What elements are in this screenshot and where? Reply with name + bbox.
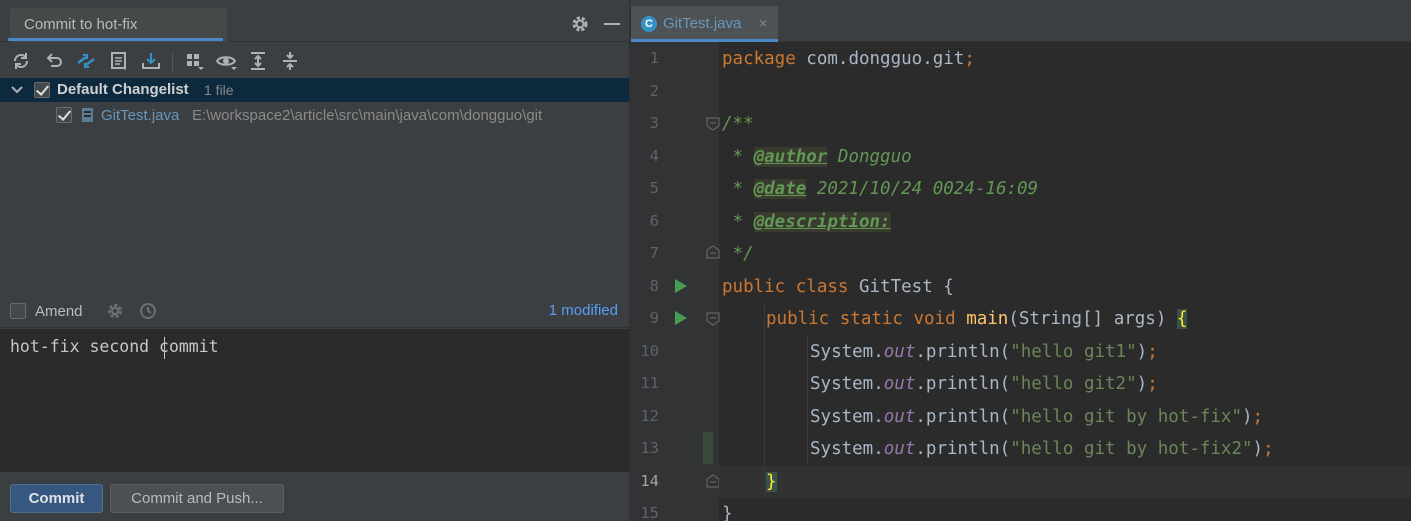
code-line-12: System.out.println("hello git by hot-fix… [810,407,1264,427]
code-line-1: package com.dongguo.git; [722,49,975,69]
line-number: 13 [640,439,659,457]
text-caret [164,337,165,359]
modified-count-link[interactable]: 1 modified [549,302,618,319]
tab-commit-label: Commit to hot-fix [24,16,138,33]
code-line-7: */ [722,244,754,264]
commit-button[interactable]: Commit [10,484,103,513]
java-class-icon: C [641,16,657,32]
code-editor: C GitTest.java × 1 2 3 4 5 6 7 8 9 10 11… [631,0,1411,521]
fold-icon[interactable] [706,312,720,326]
line-number: 11 [640,374,659,392]
file-path: E:\workspace2\article\src\main\java\com\… [192,107,543,124]
line-number: 2 [649,82,659,100]
editor-tabs: C GitTest.java × [631,0,1411,42]
line-number: 7 [649,244,659,262]
code-line-10: System.out.println("hello git1"); [810,342,1158,362]
commit-options-bar: Amend 1 modified [0,294,629,328]
changes-tree: Default Changelist 1 file GitTest.java E… [0,78,629,294]
code-line-5: * @date 2021/10/24 0024-16:09 [722,179,1039,199]
active-tab-indicator [8,38,223,41]
current-line-highlight [719,466,1411,498]
code-line-6: * @description: [722,212,891,232]
commit-and-push-button[interactable]: Commit and Push... [110,484,284,513]
commit-panel-header: Commit to hot-fix [0,0,629,42]
rollback-icon[interactable] [43,50,65,72]
line-number: 1 [649,49,659,67]
expand-all-icon[interactable] [247,50,269,72]
vcs-change-marker[interactable] [703,432,713,464]
line-number: 5 [649,179,659,197]
group-by-icon[interactable] [183,50,205,72]
run-gutter-icon[interactable] [675,311,687,325]
show-diff-icon[interactable] [108,50,130,72]
line-number-current: 14 [640,472,659,490]
changelist-checkbox[interactable] [34,82,50,98]
file-checkbox[interactable] [56,107,72,123]
commit-message-input[interactable]: hot-fix second commit [0,329,629,472]
line-number: 4 [649,147,659,165]
java-file-icon [80,107,96,123]
commit-actions-bar: Commit Commit and Push... [0,472,629,521]
changelist-file-count: 1 file [204,82,234,98]
code-line-11: System.out.println("hello git2"); [810,374,1158,394]
code-area[interactable]: package com.dongguo.git; /** * @author D… [719,42,1411,521]
editor-tab-label: GitTest.java [663,15,742,32]
code-line-3: /** [722,114,754,134]
editor-gutter[interactable]: 1 2 3 4 5 6 7 8 9 10 11 12 13 14 15 [631,42,720,521]
code-line-9: public static void main(String[] args) { [766,309,1188,329]
file-row[interactable]: GitTest.java E:\workspace2\article\src\m… [0,103,629,127]
shelve-icon[interactable] [140,50,162,72]
history-clock-icon[interactable] [139,302,157,320]
amend-label[interactable]: Amend [35,303,83,320]
commit-toolbar [0,44,629,78]
line-number: 15 [640,504,659,521]
fold-icon[interactable] [706,474,720,488]
file-name: GitTest.java [101,107,180,124]
code-line-8: public class GitTest { [722,277,954,297]
close-icon[interactable]: × [759,15,767,31]
line-number: 8 [649,277,659,295]
tab-commit[interactable]: Commit to hot-fix [10,8,227,42]
code-line-15: } [722,504,733,521]
line-number: 12 [640,407,659,425]
commit-message-text: hot-fix second commit [10,337,219,356]
gear-icon[interactable] [106,302,124,320]
minimize-icon[interactable] [604,23,620,25]
code-line-14: } [766,472,777,492]
run-gutter-icon[interactable] [675,279,687,293]
line-number: 6 [649,212,659,230]
code-line-4: * @author Dongguo [722,147,912,167]
fold-icon[interactable] [706,117,720,131]
line-number: 10 [640,342,659,360]
changelist-label: Default Changelist [57,81,189,98]
gear-icon[interactable] [570,14,590,34]
toolbar-separator [172,52,173,72]
amend-checkbox[interactable] [10,303,26,319]
tab-gittest-java[interactable]: C GitTest.java × [631,6,778,42]
changelist-row[interactable]: Default Changelist 1 file [0,78,629,102]
indent-guide [807,334,808,464]
fold-icon[interactable] [706,245,720,259]
commit-tool-window: Commit to hot-fix Default Changelist 1 f… [0,0,629,521]
code-line-13: System.out.println("hello git by hot-fix… [810,439,1274,459]
line-number: 9 [649,309,659,327]
merge-icon[interactable] [75,50,97,72]
indent-guide [764,302,765,497]
line-number: 3 [649,114,659,132]
collapse-all-icon[interactable] [279,50,301,72]
refresh-icon[interactable] [10,50,32,72]
chevron-down-icon[interactable] [10,83,24,97]
eye-icon[interactable] [215,50,237,72]
